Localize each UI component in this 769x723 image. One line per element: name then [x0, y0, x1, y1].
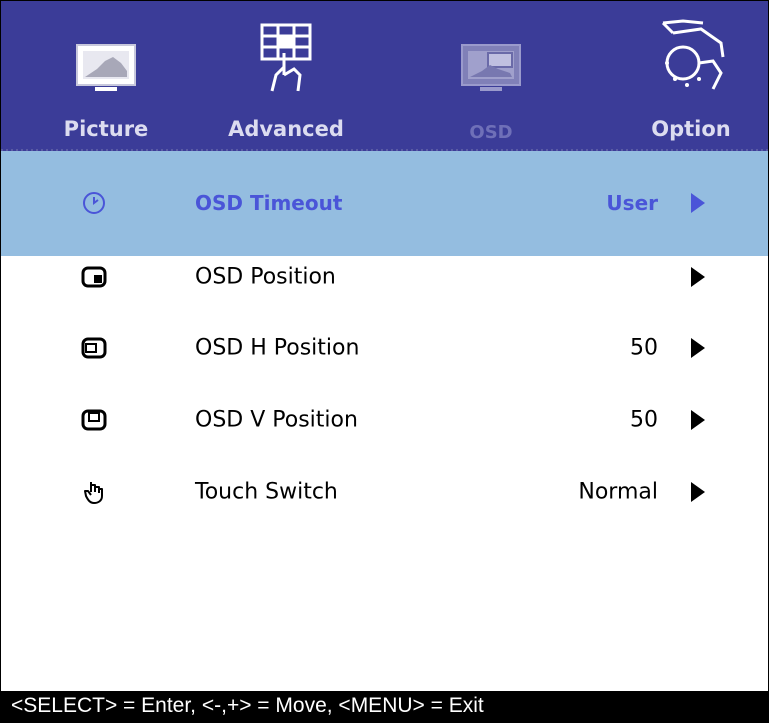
arrow-right-icon	[691, 410, 705, 430]
menu-item-value: 50	[630, 335, 658, 361]
menu-item-value: 50	[630, 407, 658, 433]
menu-item-osd-position[interactable]: OSD Position	[1, 247, 768, 307]
advanced-grid-hand-icon	[260, 23, 312, 92]
menu-item-label: Touch Switch	[195, 479, 338, 505]
menu-item-label: OSD Position	[195, 264, 336, 290]
osd-v-position-icon	[81, 409, 107, 431]
menu-item-label: OSD H Position	[195, 335, 360, 361]
arrow-right-icon	[691, 482, 705, 502]
osd-icon	[461, 44, 521, 91]
picture-icon	[76, 44, 136, 91]
key-hint-text: <SELECT> = Enter, <-,+> = Move, <MENU> =…	[11, 694, 484, 717]
menu-item-value: User	[606, 191, 658, 215]
osd-position-icon	[81, 266, 107, 288]
key-hint-bar: <SELECT> = Enter, <-,+> = Move, <MENU> =…	[1, 691, 768, 722]
tab-advanced[interactable]: Advanced	[206, 1, 366, 151]
menu-item-osd-timeout[interactable]: OSD Timeout User	[1, 173, 768, 233]
tab-label: OSD	[469, 122, 513, 143]
touch-hand-icon	[84, 482, 103, 504]
osd-h-position-icon	[81, 337, 107, 359]
arrow-right-icon	[691, 267, 705, 287]
tab-picture[interactable]: Picture	[26, 1, 186, 151]
menu-item-value: Normal	[578, 479, 658, 505]
menu-item-label: OSD V Position	[195, 407, 358, 433]
arrow-right-icon	[691, 338, 705, 358]
arrow-right-icon	[691, 193, 705, 213]
menu-item-osd-v-position[interactable]: OSD V Position 50	[1, 390, 768, 450]
tab-osd[interactable]: OSD	[411, 1, 571, 151]
clock-icon	[83, 192, 105, 214]
tab-label: Option	[651, 117, 731, 141]
tab-bar: Picture Advanced OSD Option	[1, 1, 768, 151]
menu-item-touch-switch[interactable]: Touch Switch Normal	[1, 462, 768, 522]
tab-label: Picture	[63, 117, 149, 141]
osd-menu: Picture Advanced OSD Option OSD Timeout …	[0, 0, 769, 723]
menu-item-label: OSD Timeout	[195, 191, 343, 215]
menu-item-osd-h-position[interactable]: OSD H Position 50	[1, 318, 768, 378]
tab-option[interactable]: Option	[611, 1, 768, 151]
option-touch-icon	[661, 19, 725, 90]
tab-label: Advanced	[228, 117, 344, 141]
